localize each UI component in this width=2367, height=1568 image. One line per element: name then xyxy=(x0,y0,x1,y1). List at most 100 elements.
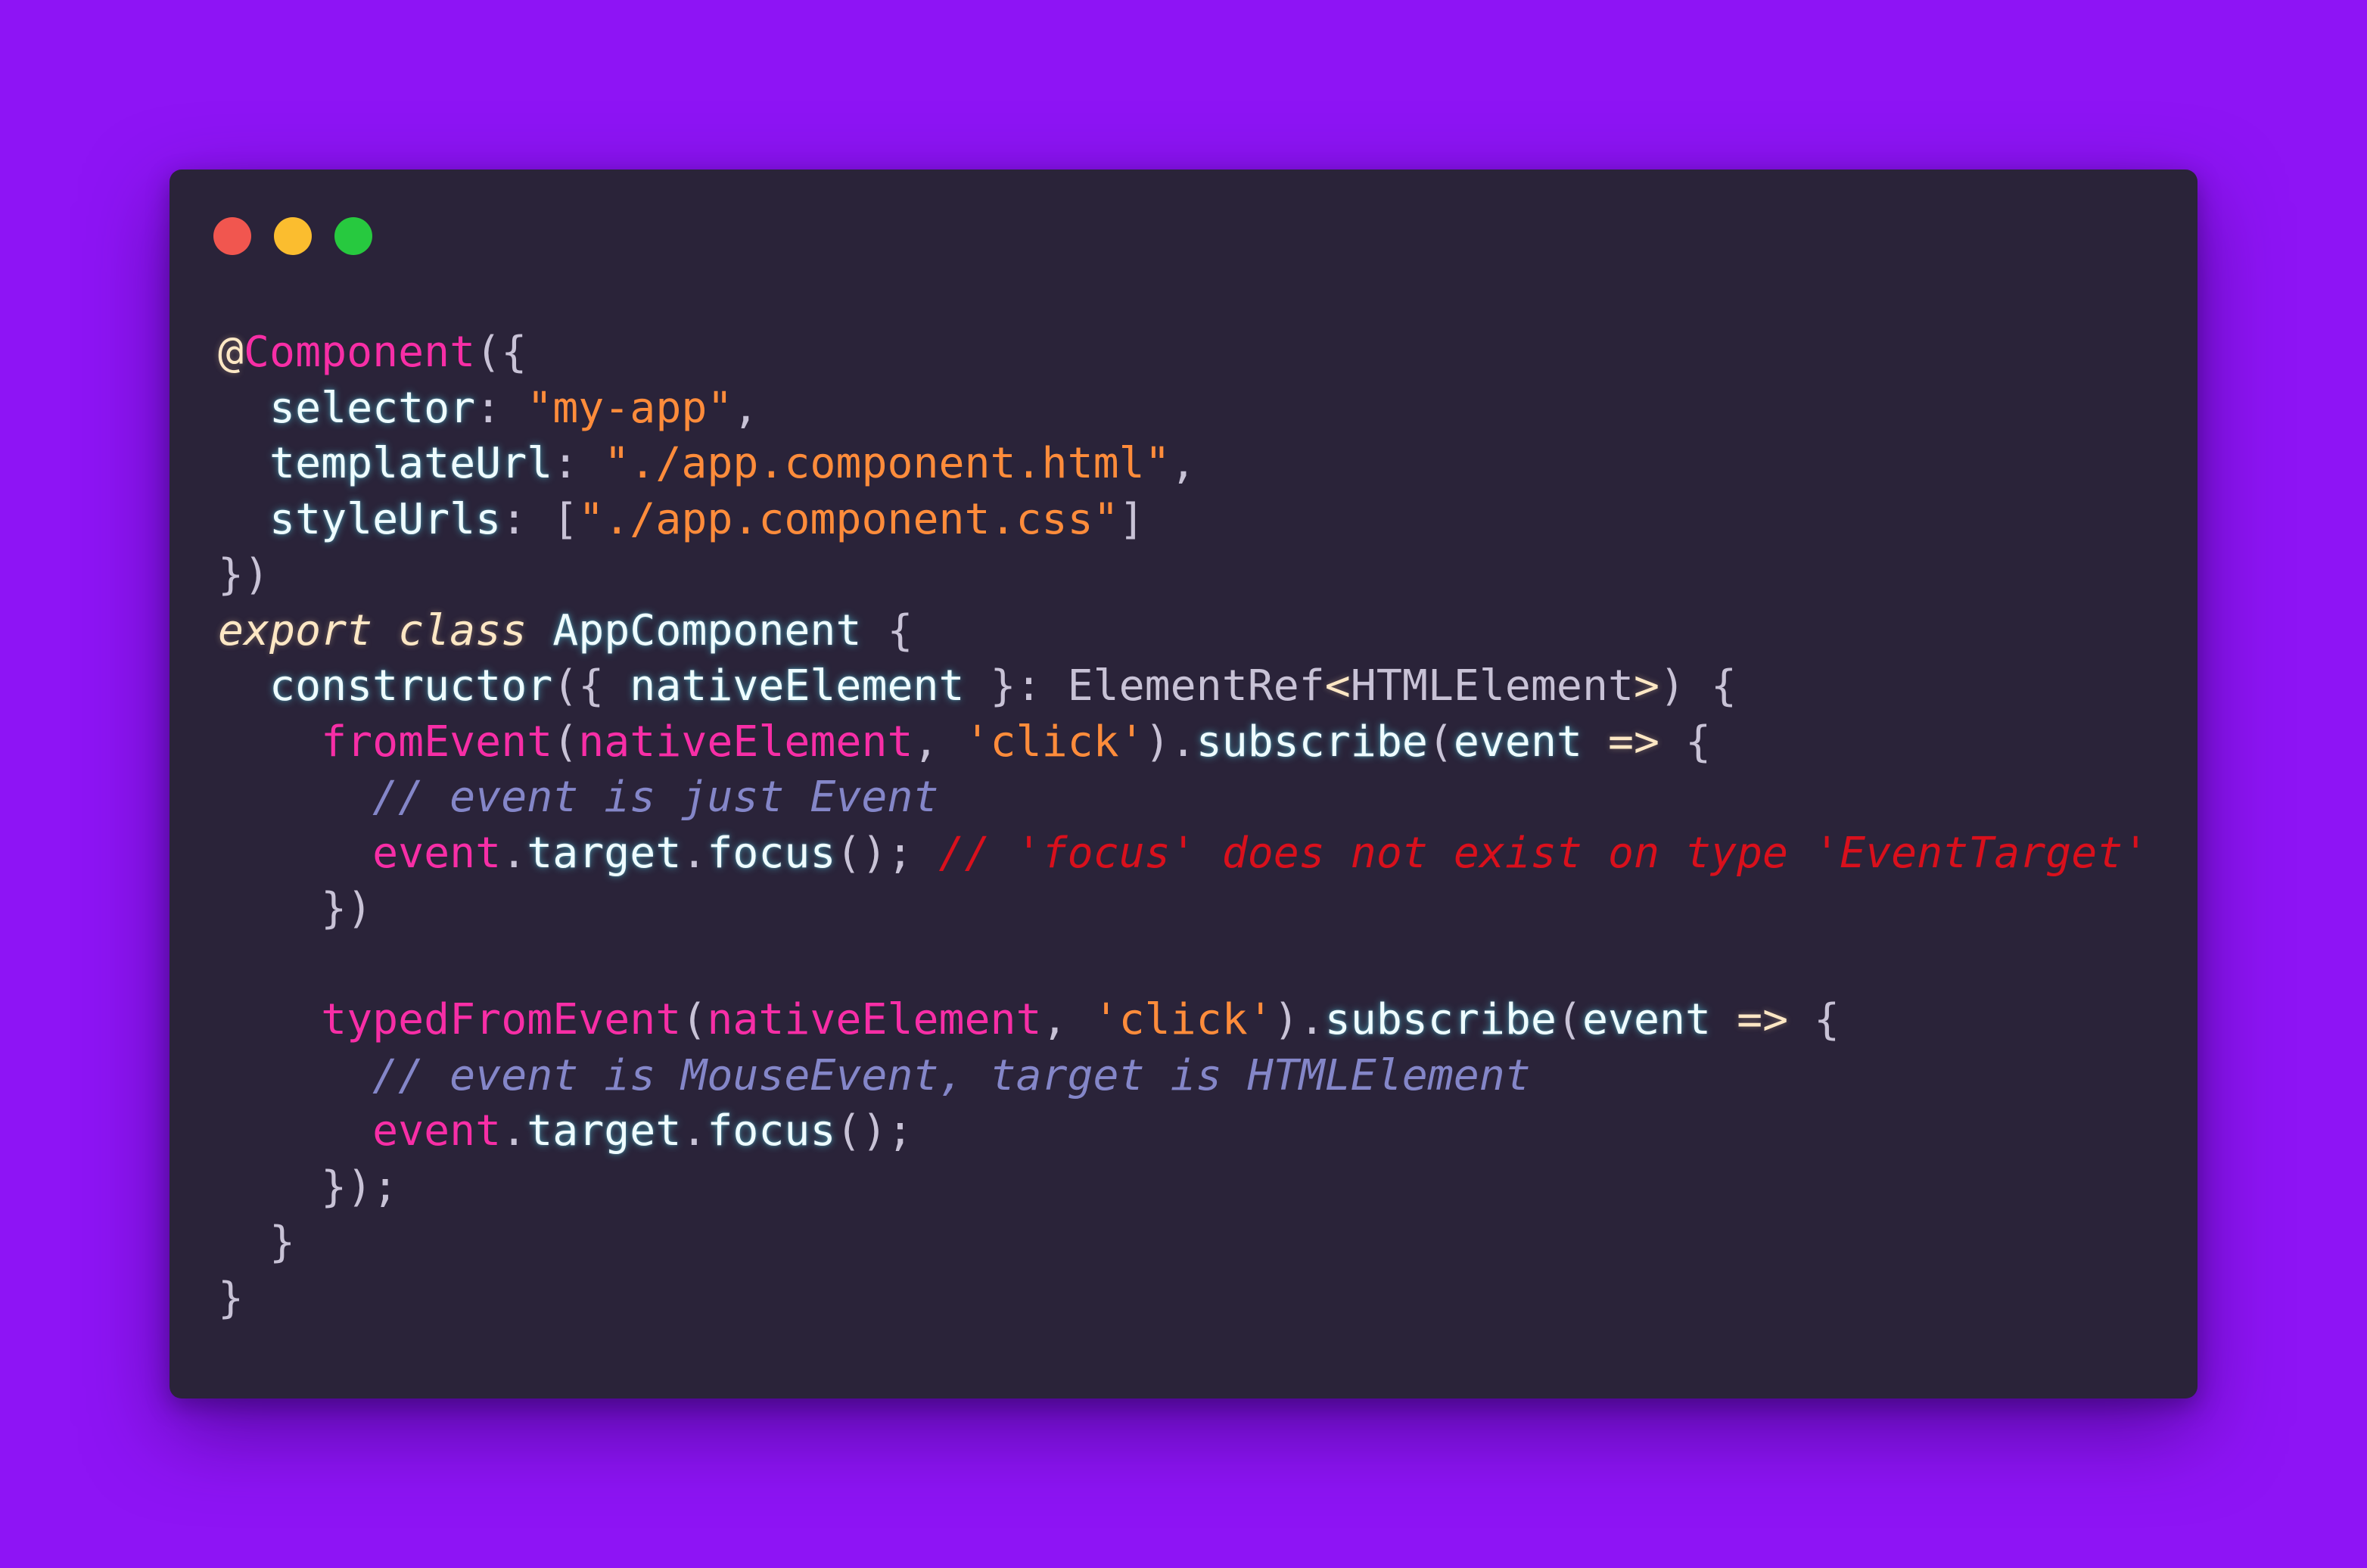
code-token-punct: ( xyxy=(552,717,579,767)
code-token-punct: }) xyxy=(321,884,373,933)
code-token-comment: // event is MouseEvent, target is HTMLEl… xyxy=(372,1050,1531,1100)
code-token-punct: ) { xyxy=(1659,661,1737,711)
code-token-punct: } xyxy=(218,1273,244,1323)
code-token-punct: . xyxy=(501,1106,527,1156)
code-token-operator: => xyxy=(1737,995,1789,1044)
code-line: constructor({ nativeElement }: ElementRe… xyxy=(218,658,2148,714)
code-token-pink: nativeElement xyxy=(707,995,1042,1044)
code-token-punct: }) xyxy=(218,550,270,599)
code-token-cyan: subscribe xyxy=(1196,717,1428,767)
code-token-punct: ( xyxy=(681,995,708,1044)
code-token-pink: Component xyxy=(244,328,476,377)
code-line: typedFromEvent(nativeElement, 'click').s… xyxy=(218,992,2148,1048)
code-editor[interactable]: @Component({ selector: "my-app", templat… xyxy=(218,325,2148,1326)
code-token-cyan: focus xyxy=(707,1106,836,1156)
code-token-pink: nativeElement xyxy=(578,717,913,767)
code-token-type: ElementRef xyxy=(1067,661,1325,711)
maximize-button[interactable] xyxy=(334,217,372,255)
code-line: export class AppComponent { xyxy=(218,603,2148,659)
code-line: fromEvent(nativeElement, 'click').subscr… xyxy=(218,714,2148,770)
code-token-punct: ). xyxy=(1273,995,1325,1044)
code-token-error: // 'focus' does not exist on type 'Event… xyxy=(938,828,2149,878)
code-token-punct: : xyxy=(552,439,605,488)
code-line: }) xyxy=(218,547,2148,603)
code-window: @Component({ selector: "my-app", templat… xyxy=(170,170,2197,1398)
code-token-punct: } xyxy=(269,1218,296,1267)
code-token-deco: @ xyxy=(218,328,244,377)
code-token-pink: fromEvent xyxy=(321,717,553,767)
code-line: templateUrl: "./app.component.html", xyxy=(218,436,2148,492)
code-token-cyan: styleUrls xyxy=(269,494,502,544)
code-line: event.target.focus(); xyxy=(218,1103,2148,1159)
close-button[interactable] xyxy=(213,217,251,255)
code-token-operator: < xyxy=(1324,661,1351,711)
code-token-punct: . xyxy=(681,828,708,878)
code-line: }) xyxy=(218,881,2148,937)
code-token-operator: => xyxy=(1608,717,1660,767)
code-line: styleUrls: ["./app.component.css"] xyxy=(218,492,2148,548)
code-line: @Component({ xyxy=(218,325,2148,381)
code-token-punct: ({ xyxy=(475,328,527,377)
code-token-punct: (); xyxy=(835,828,939,878)
code-token-punct: }); xyxy=(321,1162,399,1212)
code-token-punct: ( xyxy=(1556,995,1582,1044)
code-token-punct: , xyxy=(1170,439,1196,488)
code-token-cyan: nativeElement xyxy=(630,661,965,711)
code-token-punct: ({ xyxy=(552,661,630,711)
code-line: event.target.focus(); // 'focus' does no… xyxy=(218,826,2148,882)
code-token-operator: > xyxy=(1633,661,1660,711)
code-token-pink: event xyxy=(372,1106,502,1156)
code-line: // event is MouseEvent, target is HTMLEl… xyxy=(218,1048,2148,1104)
code-token-pink: event xyxy=(372,828,502,878)
code-token-type: HTMLElement xyxy=(1350,661,1634,711)
code-token-orange: 'click' xyxy=(1093,995,1274,1044)
code-line: } xyxy=(218,1215,2148,1271)
code-line: selector: "my-app", xyxy=(218,381,2148,437)
code-token-punct: { xyxy=(1659,717,1712,767)
code-token-comment: // event is just Event xyxy=(372,773,939,822)
code-token-cyan: focus xyxy=(707,828,836,878)
code-line: // event is just Event xyxy=(218,770,2148,826)
code-token-cyan: templateUrl xyxy=(269,439,553,488)
code-token-orange: "./app.component.html" xyxy=(604,439,1171,488)
code-token-punct: : xyxy=(475,383,527,433)
code-token-punct: , xyxy=(913,717,965,767)
code-token-cyan: selector xyxy=(269,383,476,433)
code-token-punct: ] xyxy=(1118,494,1145,544)
code-token-orange: "my-app" xyxy=(527,383,733,433)
code-line: } xyxy=(218,1271,2148,1327)
code-token-keyword: class xyxy=(398,605,527,655)
window-controls xyxy=(213,217,372,255)
code-token-cyan: AppComponent xyxy=(552,605,862,655)
code-token-punct: { xyxy=(861,605,913,655)
minimize-button[interactable] xyxy=(274,217,312,255)
code-token-keyword: export xyxy=(218,605,373,655)
code-token-punct: ). xyxy=(1144,717,1196,767)
code-token-punct: . xyxy=(501,828,527,878)
code-token-punct: { xyxy=(1788,995,1840,1044)
code-token-punct: , xyxy=(732,383,759,433)
code-token-punct: ( xyxy=(1427,717,1454,767)
code-token-punct: . xyxy=(681,1106,708,1156)
code-token-punct: , xyxy=(1041,995,1093,1044)
code-token-cyan: target xyxy=(527,1106,682,1156)
code-token-pink: typedFromEvent xyxy=(321,995,682,1044)
code-token-punct: }: xyxy=(964,661,1068,711)
code-token-cyan: event xyxy=(1582,995,1712,1044)
